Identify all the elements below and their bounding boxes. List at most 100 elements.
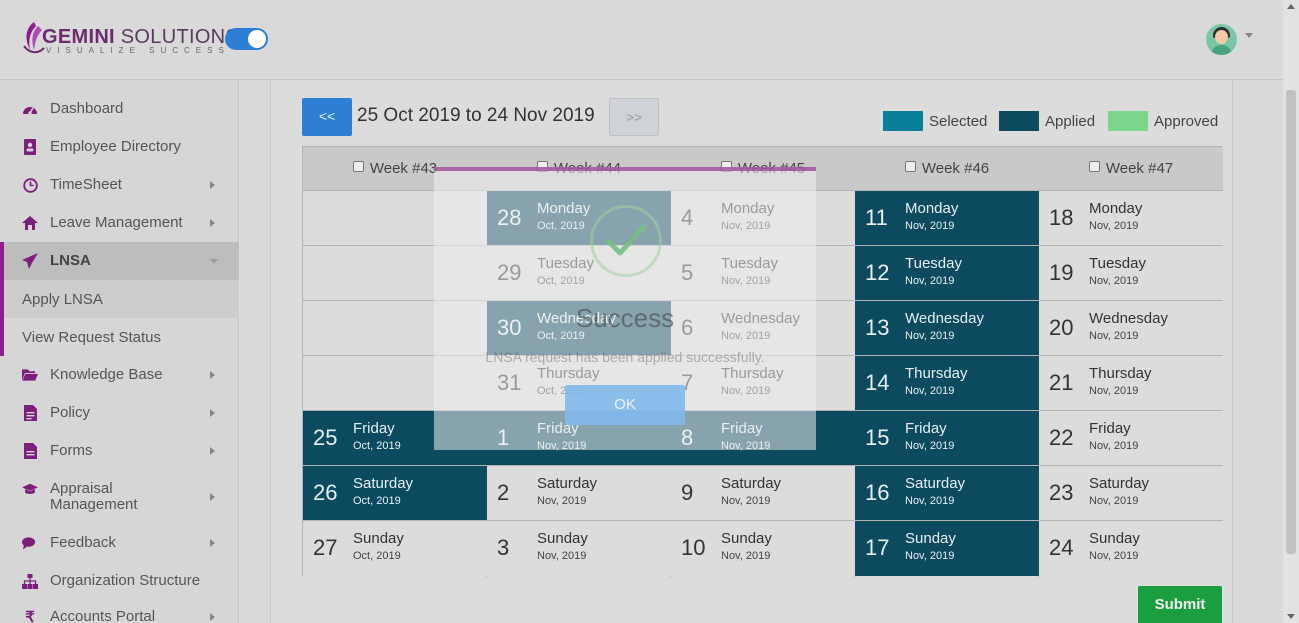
scroll-up-icon[interactable] — [1287, 4, 1295, 9]
day-cell[interactable]: 23 Saturday Nov, 2019 — [1039, 466, 1223, 521]
address-book-icon — [22, 139, 38, 155]
day-month: Nov, 2019 — [721, 495, 771, 507]
week-select-checkbox[interactable] — [1088, 161, 1100, 172]
submit-button[interactable]: Submit — [1138, 586, 1222, 623]
brand-name-sub: SOLUTIONS — [114, 26, 240, 48]
day-number: 19 — [1049, 260, 1074, 285]
theme-toggle[interactable] — [225, 28, 268, 50]
legend-swatch — [999, 111, 1039, 131]
day-number: 10 — [681, 535, 706, 560]
next-period-button[interactable]: >> — [609, 98, 659, 136]
sidebar-item-dashboard[interactable]: Dashboard — [0, 90, 239, 128]
day-cell[interactable]: 20 Wednesday Nov, 2019 — [1039, 301, 1223, 356]
day-number: 26 — [313, 480, 338, 505]
day-name: Saturday — [721, 475, 782, 492]
scroll-down-icon[interactable] — [1287, 614, 1295, 619]
week-label: Week #46 — [921, 160, 990, 177]
day-month: Nov, 2019 — [905, 330, 955, 342]
day-month: Nov, 2019 — [905, 440, 955, 452]
sidebar-item-organization-structure[interactable]: Organization Structure — [0, 562, 239, 600]
day-name: Sunday — [353, 530, 404, 547]
sidebar-item-timesheet[interactable]: TimeSheet — [0, 166, 239, 204]
day-cell[interactable]: 3 Sunday Nov, 2019 — [487, 521, 671, 576]
day-number: 13 — [865, 315, 890, 340]
legend-selected: Selected — [883, 111, 987, 131]
legend-applied: Applied — [999, 111, 1095, 131]
user-avatar[interactable] — [1206, 24, 1237, 55]
chevron-right-icon — [210, 219, 215, 227]
week-select-checkbox[interactable] — [352, 161, 364, 172]
day-cell[interactable]: 10 Sunday Nov, 2019 — [671, 521, 855, 576]
day-number: 11 — [865, 205, 888, 230]
sidebar-item-label: Accounts Portal — [50, 608, 156, 623]
day-cell[interactable]: 27 Sunday Oct, 2019 — [303, 521, 487, 576]
day-month: Nov, 2019 — [537, 550, 587, 562]
day-cell[interactable]: 9 Saturday Nov, 2019 — [671, 466, 855, 521]
chevron-right-icon — [210, 409, 215, 417]
week-label: Week #43 — [369, 160, 438, 177]
sidebar-item-appraisal-management[interactable]: Appraisal Management — [0, 476, 239, 518]
chevron-right-icon — [210, 493, 215, 501]
dialog-ok-button[interactable]: OK — [565, 385, 685, 425]
user-menu-caret-icon[interactable] — [1245, 33, 1253, 38]
avatar-face — [1215, 30, 1228, 44]
sidebar-item-leave-management[interactable]: Leave Management — [0, 204, 239, 242]
day-cell[interactable]: 21 Thursday Nov, 2019 — [1039, 356, 1223, 411]
dialog-title: Success — [575, 303, 675, 333]
dialog-message: LNSA request has been applied successful… — [485, 349, 765, 365]
rupee-icon: ₹ — [25, 609, 35, 623]
prev-period-button[interactable]: << — [302, 98, 352, 136]
sitemap-icon — [22, 573, 38, 589]
sidebar-subitem-apply-lnsa[interactable]: Apply LNSA — [0, 280, 239, 318]
day-cell[interactable]: 26 Saturday Oct, 2019 — [303, 466, 487, 521]
sidebar-item-label-line1: Appraisal — [50, 480, 113, 497]
day-cell[interactable]: 2 Saturday Nov, 2019 — [487, 466, 671, 521]
day-name: Saturday — [537, 475, 598, 492]
day-cell[interactable]: 12 Tuesday Nov, 2019 — [855, 246, 1039, 301]
chevron-right-icon — [210, 181, 215, 189]
scrollbar-thumb[interactable] — [1286, 90, 1296, 554]
sidebar-item-forms[interactable]: Forms — [0, 432, 239, 470]
clock-icon — [22, 177, 38, 193]
sidebar-item-label: Knowledge Base — [50, 366, 163, 383]
week-header: Week #47 — [1039, 147, 1223, 191]
day-cell[interactable]: 22 Friday Nov, 2019 — [1039, 411, 1223, 466]
sidebar-item-feedback[interactable]: Feedback — [0, 524, 239, 562]
dashboard-icon — [22, 101, 38, 117]
day-cell[interactable]: 15 Friday Nov, 2019 — [855, 411, 1039, 466]
paper-plane-icon — [22, 253, 38, 269]
sidebar-subitem-label: View Request Status — [22, 328, 161, 346]
day-name: Tuesday — [905, 255, 962, 272]
sidebar-item-lnsa[interactable]: LNSA — [0, 242, 239, 280]
week-header: Week #46 — [855, 147, 1039, 191]
sidebar-item-knowledge-base[interactable]: Knowledge Base — [0, 356, 239, 394]
day-month: Nov, 2019 — [905, 495, 955, 507]
day-cell[interactable]: 14 Thursday Nov, 2019 — [855, 356, 1039, 411]
day-month: Oct, 2019 — [353, 550, 401, 562]
week-select-checkbox[interactable] — [904, 161, 916, 172]
day-name: Friday — [353, 420, 395, 437]
sidebar-item-accounts-portal[interactable]: ₹ Accounts Portal — [0, 598, 239, 623]
day-name: Wednesday — [1089, 310, 1168, 327]
sidebar-item-employee-directory[interactable]: Employee Directory — [0, 128, 239, 166]
day-name: Sunday — [721, 530, 772, 547]
day-number: 15 — [865, 425, 890, 450]
legend-swatch — [883, 111, 923, 131]
day-number: 2 — [497, 480, 510, 505]
day-cell[interactable]: 17 Sunday Nov, 2019 — [855, 521, 1039, 576]
day-month: Oct, 2019 — [353, 440, 401, 452]
sidebar-item-policy[interactable]: Policy — [0, 394, 239, 432]
day-cell[interactable]: 19 Tuesday Nov, 2019 — [1039, 246, 1223, 301]
brand-name-main: GEMINI — [42, 26, 115, 48]
home-icon — [22, 215, 38, 231]
day-name: Sunday — [537, 530, 588, 547]
day-cell[interactable]: 13 Wednesday Nov, 2019 — [855, 301, 1039, 356]
day-cell[interactable]: 11 Monday Nov, 2019 — [855, 191, 1039, 246]
sidebar-subitem-view-request-status[interactable]: View Request Status — [0, 318, 239, 356]
legend-approved: Approved — [1108, 111, 1218, 131]
day-month: Oct, 2019 — [353, 495, 401, 507]
graduation-cap-icon — [22, 482, 38, 498]
day-cell[interactable]: 18 Monday Nov, 2019 — [1039, 191, 1223, 246]
day-cell[interactable]: 24 Sunday Nov, 2019 — [1039, 521, 1223, 576]
day-cell[interactable]: 16 Saturday Nov, 2019 — [855, 466, 1039, 521]
